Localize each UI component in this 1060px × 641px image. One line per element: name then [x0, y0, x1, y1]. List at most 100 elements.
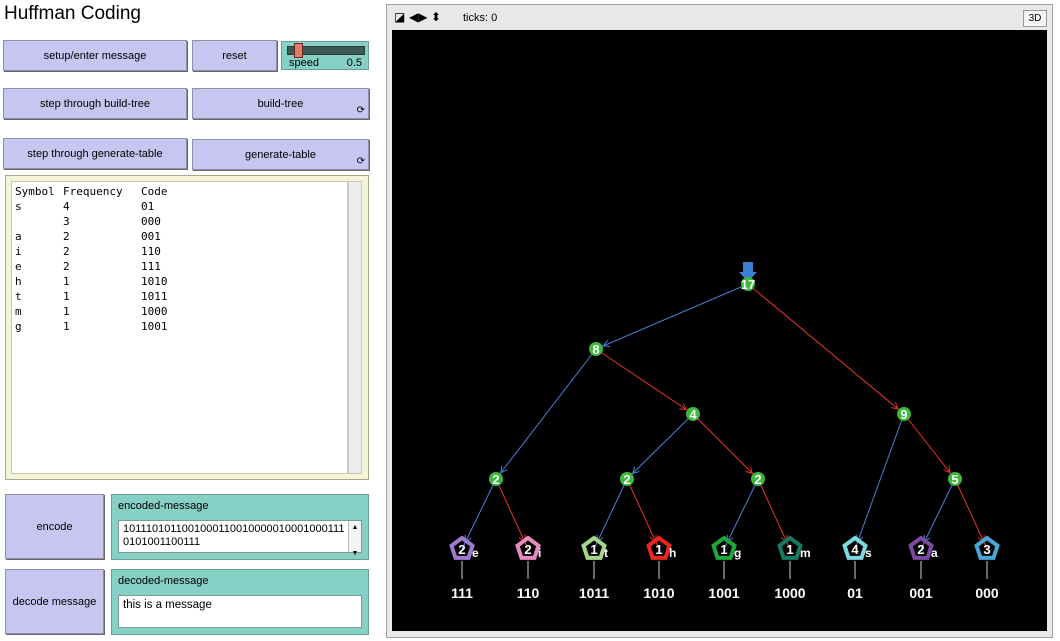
output-row: m 1 1000	[15, 304, 344, 319]
leaf-symbol: h	[669, 546, 676, 560]
leaf-code: 01	[847, 585, 863, 601]
output-row: e 2 111	[15, 259, 344, 274]
left-edge	[626, 413, 694, 480]
speed-slider[interactable]: speed 0.5	[281, 41, 369, 70]
build-tree-label: build-tree	[257, 97, 304, 110]
symbol-cell: i	[15, 245, 22, 258]
slider-knob[interactable]	[294, 43, 303, 58]
world-canvas[interactable]: 17 8 9 4 2 2 2 5 2 e 111 2 i 110 1 t 1011 1 h 1010 1 g 1001 1 m 1…	[392, 30, 1047, 631]
frequency-cell: 2	[63, 245, 70, 258]
frequency-cell: 3	[63, 215, 70, 228]
app-title: Huffman Coding	[4, 3, 141, 24]
leaf-code: 111	[451, 585, 473, 601]
header-frequency: Frequency	[63, 185, 123, 198]
right-edge	[495, 478, 529, 550]
left-edge	[723, 478, 759, 550]
left-right-icon[interactable]: ◀▶	[409, 11, 427, 23]
symbol-cell: s	[15, 200, 22, 213]
decoded-message-field[interactable]: this is a message	[118, 595, 362, 628]
internal-node-count: 4	[689, 407, 697, 422]
slider-label: speed	[289, 57, 319, 69]
leaf-count: 2	[917, 542, 924, 557]
frequency-cell: 4	[63, 200, 70, 213]
leaf-symbol: s	[865, 546, 872, 560]
internal-node-count: 17	[741, 277, 755, 292]
step-build-tree-button[interactable]: step through build-tree	[3, 88, 187, 119]
leaf-code: 1001	[708, 585, 739, 601]
decoded-message-label: decoded-message	[118, 575, 209, 587]
internal-node-count: 5	[951, 472, 958, 487]
leaf-count: 1	[590, 542, 597, 557]
encoded-message-field[interactable]: 1011101011001000110010000010001000111010…	[118, 520, 362, 557]
header-code: Code	[141, 185, 168, 198]
code-cell: 1000	[141, 305, 168, 318]
frequency-cell: 2	[63, 230, 70, 243]
code-cell: 1001	[141, 320, 168, 333]
leaf-count: 4	[851, 542, 859, 557]
left-edge	[854, 413, 905, 550]
edge-arrowhead	[679, 403, 688, 411]
leaf-code: 1010	[643, 585, 674, 601]
build-tree-button[interactable]: build-tree ⟳	[192, 88, 369, 119]
internal-node-count: 2	[492, 472, 499, 487]
frequency-cell: 1	[63, 320, 70, 333]
ticks-counter: ticks: 0	[463, 12, 498, 24]
code-cell: 01	[141, 200, 155, 213]
leaf-count: 1	[655, 542, 662, 557]
up-down-icon[interactable]: ⬍	[431, 11, 441, 23]
symbol-cell: m	[15, 305, 22, 318]
output-row: i 2 110	[15, 244, 344, 259]
generate-table-label: generate-table	[245, 148, 316, 161]
leaf-count: 2	[524, 542, 531, 557]
right-edge	[692, 413, 759, 480]
code-cell: 001	[141, 230, 161, 243]
frequency-cell: 1	[63, 275, 70, 288]
setup-button-label: setup/enter message	[43, 49, 147, 62]
output-header-row: Symbol Frequency Code	[15, 184, 344, 199]
leaf-count: 3	[983, 542, 990, 557]
internal-node-count: 2	[754, 472, 761, 487]
view-toolbar: ◪ ◀▶ ⬍ ticks: 0 3D	[387, 5, 1052, 30]
output-row: t 1 1011	[15, 289, 344, 304]
leaf-code: 110	[517, 585, 540, 601]
leaf-code: 1011	[579, 585, 610, 601]
setup-button[interactable]: setup/enter message	[3, 40, 187, 71]
view-size-icon[interactable]: ◪	[394, 11, 405, 23]
symbol-cell	[15, 214, 63, 229]
output-scrollbar[interactable]	[348, 181, 362, 474]
encoded-message-label: encoded-message	[118, 500, 209, 512]
right-edge	[626, 478, 660, 550]
leaf-symbol: g	[734, 546, 741, 560]
output-area: Symbol Frequency Code s 4 01 3 000 a 2 001 i 2 110 e…	[5, 175, 369, 480]
encode-button[interactable]: encode	[5, 494, 104, 559]
decode-button[interactable]: decode message	[5, 569, 104, 634]
forever-icon: ⟳	[356, 156, 365, 167]
output-row: g 1 1001	[15, 319, 344, 334]
output-row: a 2 001	[15, 229, 344, 244]
reset-button-label: reset	[222, 49, 247, 62]
reset-button[interactable]: reset	[192, 40, 277, 71]
leaf-code: 001	[909, 585, 933, 601]
leaf-code: 1000	[774, 585, 805, 601]
3d-button[interactable]: 3D	[1023, 10, 1047, 27]
slider-value: 0.5	[346, 57, 362, 69]
leaf-code: 000	[975, 585, 999, 601]
output-text[interactable]: Symbol Frequency Code s 4 01 3 000 a 2 001 i 2 110 e…	[11, 181, 348, 474]
code-cell: 1010	[141, 275, 168, 288]
symbol-cell: a	[15, 230, 22, 243]
left-edge	[461, 478, 497, 550]
encoded-scrollbar[interactable]: ▲ ▼	[348, 521, 361, 557]
code-cell: 110	[141, 245, 161, 258]
code-cell: 1011	[141, 290, 168, 303]
internal-node-count: 8	[592, 342, 599, 357]
frequency-cell: 2	[63, 260, 70, 273]
leaf-symbol: e	[472, 546, 479, 560]
header-symbol: Symbol	[15, 185, 55, 198]
step-generate-table-button[interactable]: step through generate-table	[3, 138, 187, 169]
internal-node-count: 9	[900, 407, 907, 422]
generate-table-button[interactable]: generate-table ⟳	[192, 139, 369, 170]
right-edge	[903, 413, 956, 480]
leaf-count: 1	[786, 542, 793, 557]
world-view: ◪ ◀▶ ⬍ ticks: 0 3D 17 8 9 4 2 2 2 5 2 e 111 2 i 110 1 t…	[386, 4, 1053, 638]
huffman-tree: 178942 2 2 52 e1112 i1101 t10111 h10101 g10011 m1…	[449, 262, 1000, 601]
